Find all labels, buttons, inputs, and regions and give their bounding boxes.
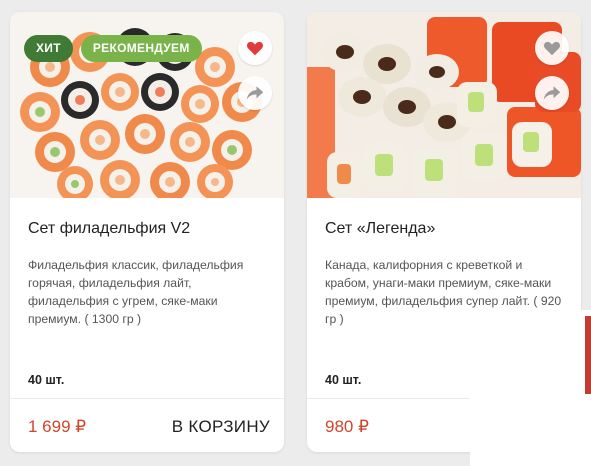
product-title[interactable]: Сет филадельфия V2	[28, 220, 190, 238]
add-to-cart-button[interactable]: В КОРЗИНУ	[172, 417, 270, 437]
heart-icon	[247, 41, 263, 56]
favorite-button[interactable]	[535, 31, 569, 65]
share-arrow-icon	[543, 86, 561, 100]
overlay-panel	[470, 310, 591, 466]
badge-recommended: РЕКОМЕНДУЕМ	[80, 35, 202, 62]
favorite-button[interactable]	[238, 31, 272, 65]
share-button[interactable]	[535, 76, 569, 110]
product-quantity: 40 шт.	[325, 373, 362, 387]
product-quantity: 40 шт.	[28, 373, 65, 387]
share-button[interactable]	[238, 76, 272, 110]
product-title[interactable]: Сет «Легенда»	[325, 220, 435, 238]
badge-group: ХИТ РЕКОМЕНДУЕМ	[24, 35, 202, 62]
product-card[interactable]: ХИТ РЕКОМЕНДУЕМ Сет филадельфия V2 Филад…	[10, 12, 284, 452]
share-arrow-icon	[246, 86, 264, 100]
heart-icon	[544, 41, 560, 56]
divider	[10, 398, 284, 399]
side-tab[interactable]	[585, 316, 591, 394]
product-price: 980 ₽	[325, 417, 369, 436]
product-description: Филадельфия классик, филадельфия горячая…	[28, 258, 244, 326]
product-price: 1 699 ₽	[28, 417, 87, 436]
badge-hit: ХИТ	[24, 35, 73, 62]
